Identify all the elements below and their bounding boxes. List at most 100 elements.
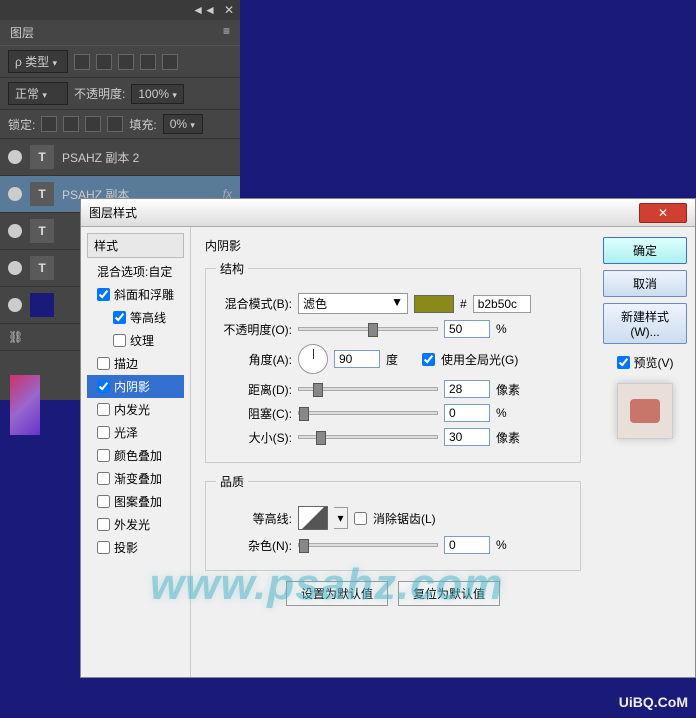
fill-input[interactable]: 0% ▾ [163,114,203,134]
cancel-button[interactable]: 取消 [603,270,687,297]
antialias-checkbox[interactable] [354,512,367,525]
visibility-icon[interactable] [8,224,22,238]
close-button[interactable]: ✕ [639,203,687,223]
size-input[interactable] [444,428,490,446]
collapse-icon[interactable]: ◄◄ [192,3,216,17]
choke-input[interactable] [444,404,490,422]
choke-slider[interactable] [298,411,438,415]
percent-unit: % [496,406,526,420]
type-layer-icon: T [30,219,54,243]
distance-input[interactable] [444,380,490,398]
preview-label: 预览(V) [634,354,674,371]
hash: # [460,297,467,311]
filter-smart-icon[interactable] [162,54,178,70]
distance-label: 距离(D): [216,381,292,398]
layer-row[interactable]: T PSAHZ 副本 2 [0,139,240,176]
color-swatch[interactable] [414,295,454,313]
noise-slider[interactable] [298,543,438,547]
style-checkbox[interactable] [97,357,110,370]
antialias-label: 消除锯齿(L) [373,510,436,527]
px-unit: 像素 [496,381,526,398]
style-contour[interactable]: 等高线 [87,306,184,329]
filter-adjust-icon[interactable] [96,54,112,70]
style-checkbox[interactable] [97,403,110,416]
style-checkbox[interactable] [97,380,110,393]
visibility-icon[interactable] [8,150,22,164]
lock-trans-icon[interactable] [41,116,57,132]
blend-mode-select[interactable]: 正常 ▾ [8,82,68,105]
style-checkbox[interactable] [113,311,126,324]
blend-options[interactable]: 混合选项:自定 [87,260,184,283]
opacity-input[interactable]: 100% ▾ [131,84,184,104]
contour-dropdown-icon[interactable]: ▾ [334,507,348,529]
filter-shape-icon[interactable] [140,54,156,70]
opacity-label: 不透明度(O): [216,321,292,338]
blend-row: 正常 ▾ 不透明度: 100% ▾ [0,78,240,110]
size-label: 大小(S): [216,429,292,446]
style-checkbox[interactable] [97,541,110,554]
style-inner-shadow[interactable]: 内阴影 [87,375,184,398]
style-drop-shadow[interactable]: 投影 [87,536,184,559]
filter-type-icon[interactable] [118,54,134,70]
close-icon[interactable]: ✕ [224,3,234,17]
contour-picker[interactable] [298,506,328,530]
global-light-checkbox[interactable] [422,353,435,366]
style-gradient-overlay[interactable]: 渐变叠加 [87,467,184,490]
filter-pixel-icon[interactable] [74,54,90,70]
style-checkbox[interactable] [97,288,110,301]
opacity-input[interactable] [444,320,490,338]
structure-group: 结构 混合模式(B): 滤色▼ # 不透明度(O): % 角度(A): [205,260,581,463]
style-inner-glow[interactable]: 内发光 [87,398,184,421]
type-layer-icon: T [30,256,54,280]
filter-row: ρ 类型 ▾ [0,46,240,78]
percent-unit: % [496,538,526,552]
style-texture[interactable]: 纹理 [87,329,184,352]
lock-paint-icon[interactable] [63,116,79,132]
layers-tab-label: 图层 [10,26,34,40]
visibility-icon[interactable] [8,187,22,201]
style-checkbox[interactable] [97,472,110,485]
visibility-icon[interactable] [8,298,22,312]
layers-tab[interactable]: 图层 ≡ [0,20,240,46]
preview-checkbox[interactable] [617,354,630,371]
angle-input[interactable] [334,350,380,368]
link-icon[interactable]: ⛓ [8,330,22,344]
lock-label: 锁定: [8,116,35,133]
style-outer-glow[interactable]: 外发光 [87,513,184,536]
distance-slider[interactable] [298,387,438,391]
type-layer-icon: T [30,182,54,206]
styles-header[interactable]: 样式 [87,233,184,258]
panel-menu-icon[interactable]: ≡ [223,24,230,38]
style-satin[interactable]: 光泽 [87,421,184,444]
ok-button[interactable]: 确定 [603,237,687,264]
style-checkbox[interactable] [97,495,110,508]
angle-dial[interactable] [298,344,328,374]
hex-input[interactable] [473,295,531,313]
choke-label: 阻塞(C): [216,405,292,422]
angle-label: 角度(A): [216,351,292,368]
style-color-overlay[interactable]: 颜色叠加 [87,444,184,467]
new-style-button[interactable]: 新建样式(W)... [603,303,687,344]
lock-pos-icon[interactable] [85,116,101,132]
noise-input[interactable] [444,536,490,554]
dialog-titlebar[interactable]: 图层样式 ✕ [81,199,695,227]
quality-group: 品质 等高线: ▾ 消除锯齿(L) 杂色(N): % [205,473,581,571]
watermark-corner: UiBQ.CoM [619,694,688,710]
style-bevel[interactable]: 斜面和浮雕 [87,283,184,306]
blend-mode-label: 混合模式(B): [216,295,292,312]
style-pattern-overlay[interactable]: 图案叠加 [87,490,184,513]
kind-select[interactable]: ρ 类型 ▾ [8,50,68,73]
quality-legend: 品质 [216,473,248,490]
style-checkbox[interactable] [97,518,110,531]
style-checkbox[interactable] [97,426,110,439]
size-slider[interactable] [298,435,438,439]
blend-mode-select[interactable]: 滤色▼ [298,293,408,314]
lock-all-icon[interactable] [107,116,123,132]
style-checkbox[interactable] [113,334,126,347]
visibility-icon[interactable] [8,261,22,275]
style-stroke[interactable]: 描边 [87,352,184,375]
opacity-slider[interactable] [298,327,438,331]
opacity-label: 不透明度: [74,85,125,102]
style-checkbox[interactable] [97,449,110,462]
structure-legend: 结构 [216,260,248,277]
